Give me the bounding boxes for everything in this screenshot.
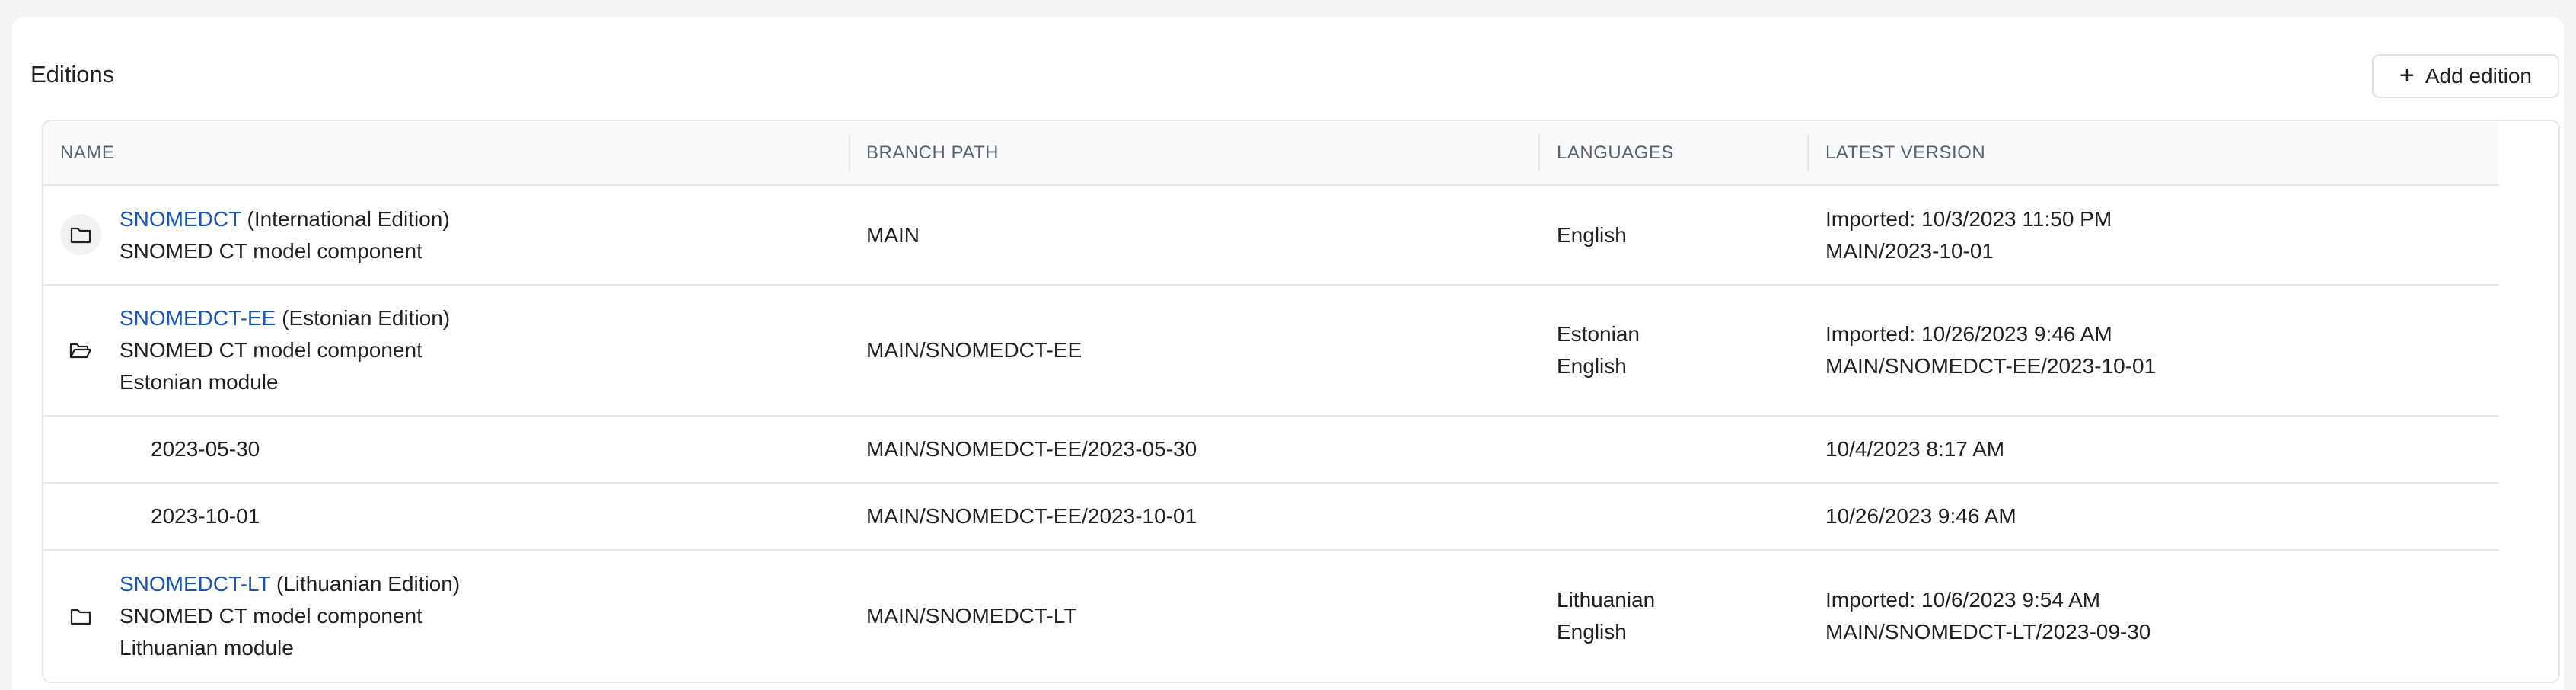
column-header-branch-path[interactable]: BRANCH PATH xyxy=(866,121,999,184)
latest-version-cell: Imported: 10/6/2023 9:54 AM MAIN/SNOMEDC… xyxy=(1825,551,2150,682)
column-header-languages[interactable]: LANGUAGES xyxy=(1557,121,1674,184)
edition-description: (Lithuanian Edition) xyxy=(270,572,461,596)
column-separator xyxy=(1538,135,1540,171)
branch-path-cell: MAIN/SNOMEDCT-EE/2023-05-30 xyxy=(866,437,1197,461)
languages-cell: English xyxy=(1557,186,1627,284)
page-title: Editions xyxy=(30,61,115,88)
language: English xyxy=(1557,620,1627,644)
branch-path-cell: MAIN/SNOMEDCT-EE xyxy=(866,338,1082,362)
edition-component: SNOMED CT model component xyxy=(120,338,422,362)
version-path: MAIN/SNOMEDCT-LT/2023-09-30 xyxy=(1825,620,2151,644)
edition-title: SNOMEDCT-EE (Estonian Edition) xyxy=(120,302,450,334)
folder-open-icon[interactable] xyxy=(60,330,101,371)
edition-name-cell: SNOMEDCT-LT (Lithuanian Edition) SNOMED … xyxy=(120,551,460,682)
branch-path-cell: MAIN/SNOMEDCT-EE/2023-10-01 xyxy=(866,504,1197,528)
language: English xyxy=(1557,222,1627,247)
imported-date: Imported: 10/3/2023 11:50 PM xyxy=(1825,206,2112,231)
branch-path-cell: MAIN/SNOMEDCT-LT xyxy=(866,604,1077,628)
version-date-cell: 10/4/2023 8:17 AM xyxy=(1825,437,2005,461)
folder-icon[interactable] xyxy=(60,596,101,637)
edition-link[interactable]: SNOMEDCT-LT xyxy=(120,572,270,596)
edition-module: Lithuanian module xyxy=(120,636,294,660)
language: Estonian xyxy=(1557,322,1640,346)
edition-component: SNOMED CT model component xyxy=(120,604,422,628)
column-separator xyxy=(1807,135,1809,171)
language: Lithuanian xyxy=(1557,588,1656,612)
version-name-cell: 2023-05-30 xyxy=(151,437,260,461)
add-edition-label: Add edition xyxy=(2425,64,2532,88)
imported-date: Imported: 10/6/2023 9:54 AM xyxy=(1825,588,2101,612)
column-header-latest-version[interactable]: LATEST VERSION xyxy=(1825,121,1985,184)
language: English xyxy=(1557,354,1627,378)
version-row[interactable]: 2023-05-30 MAIN/SNOMEDCT-EE/2023-05-30 1… xyxy=(43,417,2498,484)
latest-version-cell: Imported: 10/26/2023 9:46 AM MAIN/SNOMED… xyxy=(1825,286,2156,415)
edition-title: SNOMEDCT-LT (Lithuanian Edition) xyxy=(120,568,460,600)
version-date-cell: 10/26/2023 9:46 AM xyxy=(1825,504,2016,528)
edition-link[interactable]: SNOMEDCT-EE xyxy=(120,306,276,330)
edition-title: SNOMEDCT (International Edition) xyxy=(120,203,450,235)
add-edition-button[interactable]: + Add edition xyxy=(2372,54,2559,98)
table-row[interactable]: SNOMEDCT (International Edition) SNOMED … xyxy=(43,186,2498,286)
editions-card: Editions + Add edition NAME BRANCH PATH … xyxy=(12,17,2564,690)
latest-version-cell: Imported: 10/3/2023 11:50 PM MAIN/2023-1… xyxy=(1825,186,2112,284)
version-row[interactable]: 2023-10-01 MAIN/SNOMEDCT-EE/2023-10-01 1… xyxy=(43,484,2498,551)
languages-cell: Estonian English xyxy=(1557,286,1640,415)
version-path: MAIN/SNOMEDCT-EE/2023-10-01 xyxy=(1825,354,2157,378)
table-row[interactable]: SNOMEDCT-EE (Estonian Edition) SNOMED CT… xyxy=(43,286,2498,417)
languages-cell: Lithuanian English xyxy=(1557,551,1655,682)
folder-icon[interactable] xyxy=(60,214,101,255)
edition-name-cell: SNOMEDCT (International Edition) SNOMED … xyxy=(120,186,450,284)
imported-date: Imported: 10/26/2023 9:46 AM xyxy=(1825,322,2112,346)
version-path: MAIN/2023-10-01 xyxy=(1825,238,1994,263)
edition-component: SNOMED CT model component xyxy=(120,238,422,263)
table-row[interactable]: SNOMEDCT-LT (Lithuanian Edition) SNOMED … xyxy=(43,551,2498,682)
edition-link[interactable]: SNOMEDCT xyxy=(120,207,241,231)
edition-description: (Estonian Edition) xyxy=(276,306,451,330)
edition-module: Estonian module xyxy=(120,370,279,394)
edition-description: (International Edition) xyxy=(241,206,450,231)
editions-table: NAME BRANCH PATH LANGUAGES LATEST VERSIO… xyxy=(42,120,2560,683)
column-header-name[interactable]: NAME xyxy=(60,121,114,184)
table-header: NAME BRANCH PATH LANGUAGES LATEST VERSIO… xyxy=(43,121,2498,186)
edition-name-cell: SNOMEDCT-EE (Estonian Edition) SNOMED CT… xyxy=(120,286,450,415)
version-name-cell: 2023-10-01 xyxy=(151,504,260,528)
plus-icon: + xyxy=(2399,60,2415,90)
branch-path-cell: MAIN xyxy=(866,222,920,247)
column-separator xyxy=(849,135,850,171)
